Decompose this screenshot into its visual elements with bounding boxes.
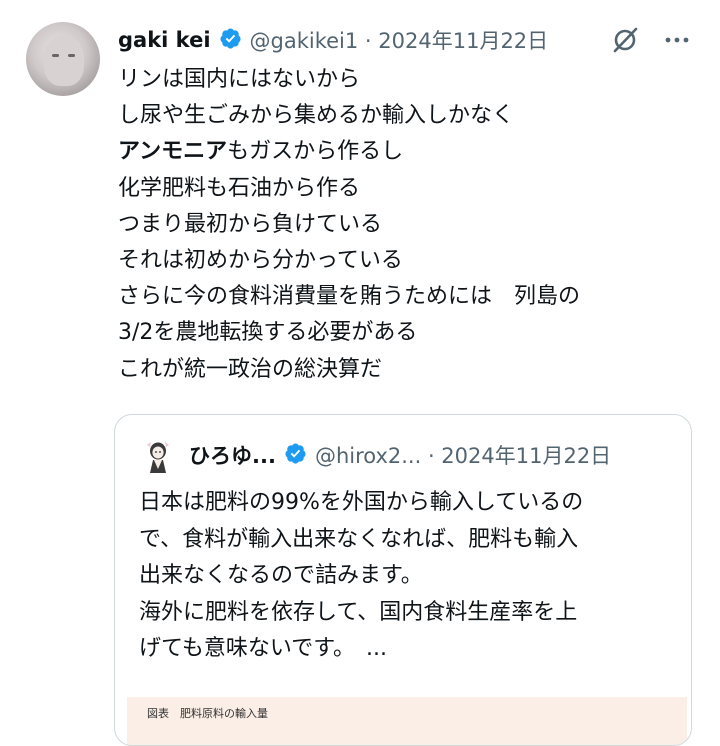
verified-badge-icon: [219, 27, 242, 54]
tweet-body: リンは国内にはないから し尿や生ごみから集めるか輸入しかなく アンモニアもガスか…: [118, 62, 698, 388]
media-caption: 図表 肥料原料の輸入量: [147, 707, 268, 720]
quoted-author-name[interactable]: ひろゆ...: [189, 440, 276, 470]
quoted-media-image[interactable]: 図表 肥料原料の輸入量: [127, 697, 687, 745]
author-name[interactable]: gaki kei: [118, 28, 211, 52]
tweet-line: リンは国内にはないから: [118, 67, 361, 92]
quoted-tweet-card[interactable]: ひろゆ... @hirox2... · 2024年11月22日 日本は肥料の99…: [114, 414, 692, 746]
tweet-line: 3/2を農地転換する必要がある: [118, 320, 418, 346]
grok-icon[interactable]: [610, 25, 640, 55]
more-icon[interactable]: [664, 30, 690, 50]
tweet-line: アンモニアもガスから作るし: [118, 139, 404, 165]
quoted-author-avatar[interactable]: [141, 439, 175, 473]
quoted-line: で、食料が輸入出来なくなれば、肥料も輸入: [139, 526, 579, 552]
quoted-tweet-body: 日本は肥料の99%を外国から輸入しているの で、食料が輸入出来なくなれば、肥料も…: [139, 485, 679, 668]
author-handle-and-date[interactable]: @gakikei1 · 2024年11月22日: [250, 25, 549, 55]
quoted-line: 日本は肥料の99%を外国から輸入しているの: [139, 490, 584, 515]
bold-text: アンモニア: [118, 139, 228, 165]
quoted-tweet-header: ひろゆ... @hirox2... · 2024年11月22日: [189, 437, 611, 473]
tweet-line: さらに今の食料消費量を賄うためには 列島の: [118, 284, 581, 310]
author-avatar[interactable]: [26, 22, 100, 96]
quoted-line: 海外に肥料を依存して、国内食料生産率を上: [139, 599, 578, 625]
quoted-line: 出来なくなるので詰みます。: [139, 563, 423, 588]
quoted-handle-and-date[interactable]: @hirox2... · 2024年11月22日: [315, 440, 611, 470]
tweet-line: これが統一政治の総決算だ: [118, 356, 383, 382]
tweet-line: 化学肥料も石油から作る: [118, 175, 361, 201]
tweet-line: つまり最初から負けている: [118, 211, 383, 237]
quoted-line: げても意味ないです。 ...: [139, 636, 388, 661]
verified-badge-icon: [284, 442, 307, 469]
tweet-header: gaki kei @gakikei1 · 2024年11月22日: [118, 22, 548, 58]
tweet-line: それは初めから分かっている: [118, 248, 403, 274]
tweet-line: し尿や生ごみから集めるか輸入しかなく: [118, 103, 515, 129]
